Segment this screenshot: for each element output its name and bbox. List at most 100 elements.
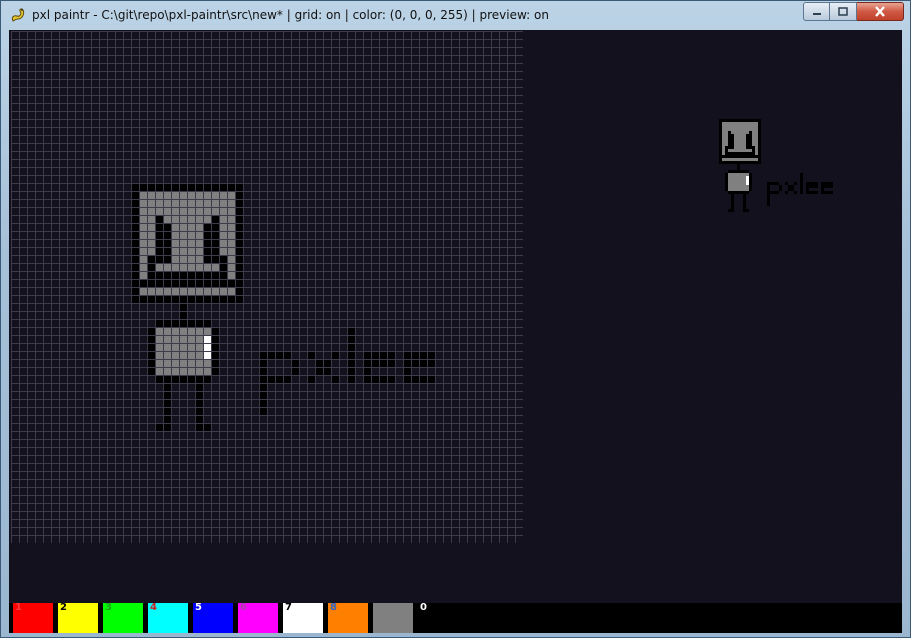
preview-pixel [743,119,746,122]
preview-pixel [815,185,818,188]
canvas-pixel [147,295,155,303]
canvas-pixel [307,375,315,383]
preview-pixel [731,179,734,182]
close-button[interactable] [857,2,904,21]
palette-swatch-6[interactable]: 6 [238,602,278,633]
preview-pixel [743,176,746,179]
palette-swatch-8[interactable]: 8 [328,602,368,633]
canvas-pixel [131,255,139,263]
canvas-pixel [203,279,211,287]
canvas-pixel [411,375,419,383]
canvas-pixel [419,359,427,367]
preview-pixel [806,185,809,188]
canvas-pixel [195,375,203,383]
canvas-pixel [195,423,203,431]
preview-pixel [821,185,824,188]
palette-swatch-3[interactable]: 3 [103,602,143,633]
canvas-pixel [131,287,139,295]
canvas-pixel [387,375,395,383]
preview-pixel [758,149,761,152]
canvas-pixel [155,279,163,287]
palette-swatch-5[interactable]: 5 [193,602,233,633]
canvas-pixel [155,351,163,359]
canvas-pixel [163,359,171,367]
canvas-pixel [203,359,211,367]
preview-pixel [758,125,761,128]
palette-swatch-key: 4 [150,602,157,613]
canvas-pixel [227,279,235,287]
preview-pixel [752,122,755,125]
title-bar[interactable]: pxl paintr - C:\git\repo\pxl-paintr\src\… [1,1,910,29]
palette-swatch-2[interactable]: 2 [58,602,98,633]
canvas-pixel [235,271,243,279]
pixel-canvas[interactable] [11,31,523,543]
window-title: pxl paintr - C:\git\repo\pxl-paintr\src\… [32,8,549,22]
canvas-pixel [187,215,195,223]
preview-pixel [746,182,749,185]
preview-pixel [821,191,824,194]
canvas-pixel [211,215,219,223]
preview-pixel [746,134,749,137]
maximize-button[interactable] [830,2,857,21]
canvas-pixel [163,287,171,295]
preview-pixel [824,191,827,194]
preview-pixel [734,131,737,134]
canvas-pixel [235,247,243,255]
canvas-pixel [171,223,179,231]
canvas-pixel [155,359,163,367]
preview-pixel [800,185,803,188]
preview-pixel [773,191,776,194]
canvas-pixel [363,359,371,367]
canvas-pixel [227,231,235,239]
canvas-pixel [195,367,203,375]
preview-pixel [815,182,818,185]
canvas-pixel [147,247,155,255]
canvas-pixel [139,223,147,231]
palette-swatch-4[interactable]: 4 [148,602,188,633]
preview-pixel [815,191,818,194]
preview-pixel [749,155,752,158]
minimize-button[interactable] [803,2,830,21]
canvas-pixel [235,263,243,271]
canvas-pixel [187,279,195,287]
canvas-pixel [155,295,163,303]
preview-pixel [722,158,725,161]
preview-pixel [749,173,752,176]
preview-pixel [752,119,755,122]
canvas-pixel [235,255,243,263]
sprite-preview [719,119,833,212]
canvas-pixel [219,255,227,263]
palette-swatch-key: 3 [105,602,112,613]
palette-swatch-0[interactable]: 0 [418,602,458,633]
preview-pixel [737,191,740,194]
palette-swatch-1[interactable]: 1 [13,602,53,633]
preview-pixel [749,149,752,152]
canvas-pixel [379,351,387,359]
preview-pixel [728,176,731,179]
preview-pixel [746,140,749,143]
preview-pixel [758,128,761,131]
preview-pixel [725,152,728,155]
canvas-pixel [259,391,267,399]
canvas-pixel [139,199,147,207]
canvas-pixel [195,343,203,351]
palette-swatch-7[interactable]: 7 [283,602,323,633]
preview-pixel [743,203,746,206]
preview-pixel [734,191,737,194]
preview-pixel [728,155,731,158]
canvas-pixel [203,351,211,359]
canvas-pixel [211,351,219,359]
palette-swatch-9[interactable]: 9 [373,602,413,633]
canvas-pixel [235,231,243,239]
canvas-pixel [187,295,195,303]
canvas-pixel [163,399,171,407]
canvas-pixel [179,295,187,303]
preview-pixel [725,128,728,131]
preview-pixel [752,125,755,128]
preview-pixel [758,134,761,137]
preview-pixel [731,146,734,149]
canvas-pixel [275,351,283,359]
preview-pixel [749,122,752,125]
canvas-pixel [171,343,179,351]
canvas-pixel [219,295,227,303]
